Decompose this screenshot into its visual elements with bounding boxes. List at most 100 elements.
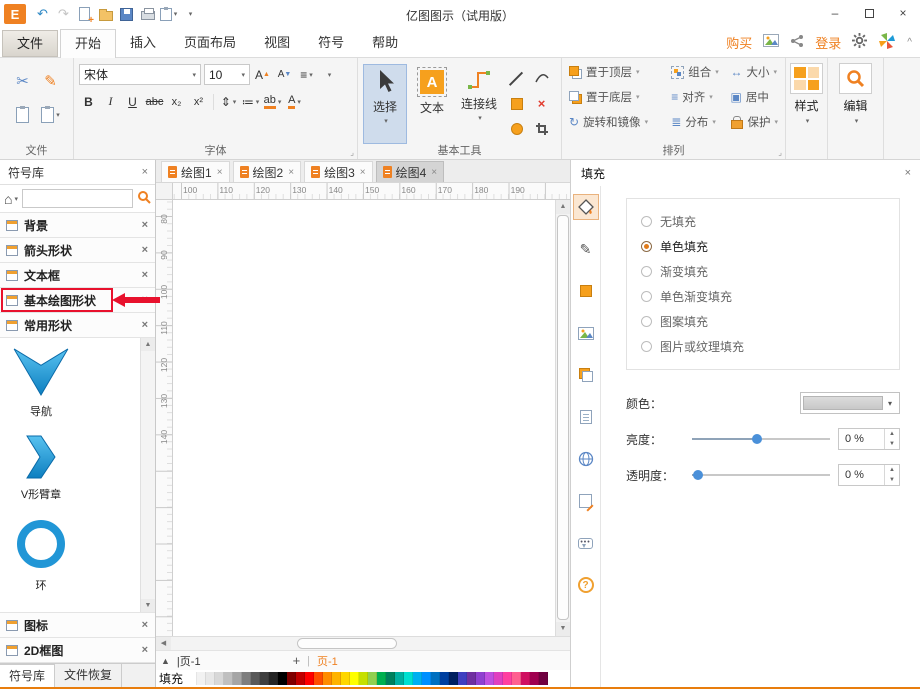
- symbol-search-input[interactable]: [22, 189, 133, 208]
- palette-swatch[interactable]: [539, 672, 548, 685]
- palette-swatch[interactable]: [197, 672, 206, 685]
- library-section-background[interactable]: 背景 ×: [0, 213, 155, 238]
- library-home-button[interactable]: ⌂▾: [4, 191, 18, 207]
- quick-color-tool[interactable]: [573, 278, 599, 304]
- scroll-down-icon[interactable]: ▼: [141, 599, 155, 612]
- shape-item-v-chevron[interactable]: V形臂章: [10, 435, 72, 502]
- font-name-select[interactable]: 宋体▾: [79, 64, 201, 85]
- shape-item-navigation[interactable]: 导航: [10, 348, 72, 419]
- line-style-tool[interactable]: ✎: [573, 236, 599, 262]
- palette-swatch[interactable]: [512, 672, 521, 685]
- tab-help[interactable]: 帮助: [358, 29, 412, 57]
- line-spacing-button[interactable]: ⇕▾: [219, 92, 238, 111]
- arrange-dialog-launcher-icon[interactable]: ⌟: [778, 148, 782, 157]
- slider-thumb[interactable]: [752, 434, 762, 444]
- edit-dd-icon[interactable]: ▾: [855, 117, 859, 125]
- line-tool-icon[interactable]: [510, 72, 524, 86]
- bullet-list-button[interactable]: ≔▾: [241, 92, 260, 111]
- crop-tool-icon[interactable]: [536, 123, 548, 135]
- subscript-button[interactable]: x₂: [167, 92, 186, 111]
- palette-swatch[interactable]: [395, 672, 404, 685]
- scroll-up-icon[interactable]: ▲: [556, 200, 570, 214]
- tab-close-icon[interactable]: ×: [288, 167, 294, 178]
- open-file-icon[interactable]: [95, 4, 116, 25]
- palette-swatch[interactable]: [251, 672, 260, 685]
- customize-toolbar-icon[interactable]: ▾: [179, 4, 200, 25]
- promo-icon[interactable]: [763, 34, 779, 50]
- curve-tool-icon[interactable]: [534, 70, 550, 87]
- grow-font-button[interactable]: A▲: [253, 65, 272, 84]
- highlight-color-button[interactable]: ab▾: [263, 92, 282, 111]
- spin-down-icon[interactable]: ▼: [885, 475, 899, 485]
- palette-swatch[interactable]: [341, 672, 350, 685]
- v-scroll-thumb[interactable]: [557, 215, 569, 620]
- palette-swatch[interactable]: [377, 672, 386, 685]
- radio-icon[interactable]: [641, 266, 652, 277]
- palette-swatch[interactable]: [233, 672, 242, 685]
- section-close-icon[interactable]: ×: [137, 244, 153, 256]
- edraw-pinwheel-icon[interactable]: [878, 32, 896, 53]
- maximize-button[interactable]: [852, 0, 886, 26]
- fill-option-single-gradient[interactable]: 单色渐变填充: [641, 284, 885, 309]
- undo-icon[interactable]: ↶: [32, 4, 53, 25]
- library-section-common-shapes[interactable]: 常用形状 ×: [0, 313, 155, 338]
- page-list-toggle-icon[interactable]: ▲: [161, 656, 170, 666]
- underline-button[interactable]: U: [123, 92, 142, 111]
- palette-swatch[interactable]: [404, 672, 413, 685]
- brightness-slider[interactable]: [692, 430, 830, 448]
- library-section-text-box[interactable]: 文本框 ×: [0, 263, 155, 288]
- library-section-arrow-shapes[interactable]: 箭头形状 ×: [0, 238, 155, 263]
- add-page-button[interactable]: +: [293, 653, 301, 668]
- fill-option-solid[interactable]: 单色填充: [641, 234, 885, 259]
- palette-swatch[interactable]: [530, 672, 539, 685]
- fill-option-gradient[interactable]: 渐变填充: [641, 259, 885, 284]
- settings-gear-icon[interactable]: [852, 33, 867, 51]
- library-section-basic-drawing-shapes[interactable]: 基本绘图形状 ×: [0, 288, 155, 313]
- font-dialog-launcher-icon[interactable]: ⌟: [350, 148, 354, 157]
- scroll-left-icon[interactable]: ◀: [156, 637, 171, 650]
- note-tool[interactable]: [573, 488, 599, 514]
- footer-tab-file-recovery[interactable]: 文件恢复: [55, 664, 122, 687]
- close-button[interactable]: ×: [886, 0, 920, 26]
- help-tool[interactable]: ?: [573, 572, 599, 598]
- search-icon[interactable]: [137, 190, 151, 207]
- paste-icon[interactable]: [16, 107, 29, 123]
- palette-swatch[interactable]: [476, 672, 485, 685]
- minimize-button[interactable]: –: [818, 0, 852, 26]
- new-document-icon[interactable]: [74, 4, 95, 25]
- doc-tab-drawing1[interactable]: 绘图1×: [161, 161, 230, 182]
- comment-tool[interactable]: •••: [573, 530, 599, 556]
- send-to-back-button[interactable]: 置于底层▾: [567, 88, 664, 106]
- italic-button[interactable]: I: [101, 92, 120, 111]
- shrink-font-button[interactable]: A▼: [275, 65, 294, 84]
- ellipse-tool-icon[interactable]: [511, 123, 523, 135]
- opacity-slider[interactable]: [692, 466, 830, 484]
- style-gallery-icon[interactable]: [790, 63, 823, 94]
- paste-special-icon[interactable]: ▾: [41, 107, 60, 123]
- palette-swatch[interactable]: [494, 672, 503, 685]
- section-close-icon[interactable]: ×: [137, 219, 153, 231]
- doc-tab-drawing3[interactable]: 绘图3×: [304, 161, 373, 182]
- select-tool-d-icon[interactable]: ▾: [384, 117, 388, 125]
- doc-tab-drawing2[interactable]: 绘图2×: [233, 161, 302, 182]
- page-nav-label[interactable]: |页-1: [177, 653, 201, 669]
- section-close-icon[interactable]: ×: [137, 319, 153, 331]
- spin-up-icon[interactable]: ▲: [885, 429, 899, 439]
- palette-swatch[interactable]: [314, 672, 323, 685]
- drawing-canvas[interactable]: [173, 200, 555, 636]
- font-color-button[interactable]: A▾: [285, 92, 304, 111]
- login-link[interactable]: 登录: [815, 33, 841, 52]
- palette-swatch[interactable]: [296, 672, 305, 685]
- select-tool-button[interactable]: 选择 ▾: [363, 64, 407, 144]
- radio-icon[interactable]: [641, 216, 652, 227]
- tab-symbol[interactable]: 符号: [304, 29, 358, 57]
- size-button[interactable]: ↔大小▾: [728, 63, 780, 81]
- cut-icon[interactable]: ✂: [16, 72, 29, 90]
- rectangle-tool-icon[interactable]: [511, 98, 523, 110]
- scroll-up-icon[interactable]: ▲: [141, 338, 155, 351]
- opacity-spinner[interactable]: 0 % ▲▼: [838, 464, 900, 486]
- library-section-2d-block[interactable]: 2D框图 ×: [0, 638, 155, 663]
- palette-swatch[interactable]: [368, 672, 377, 685]
- more-font-options-button[interactable]: ▾: [319, 65, 338, 84]
- delete-tool-icon[interactable]: ×: [538, 96, 546, 111]
